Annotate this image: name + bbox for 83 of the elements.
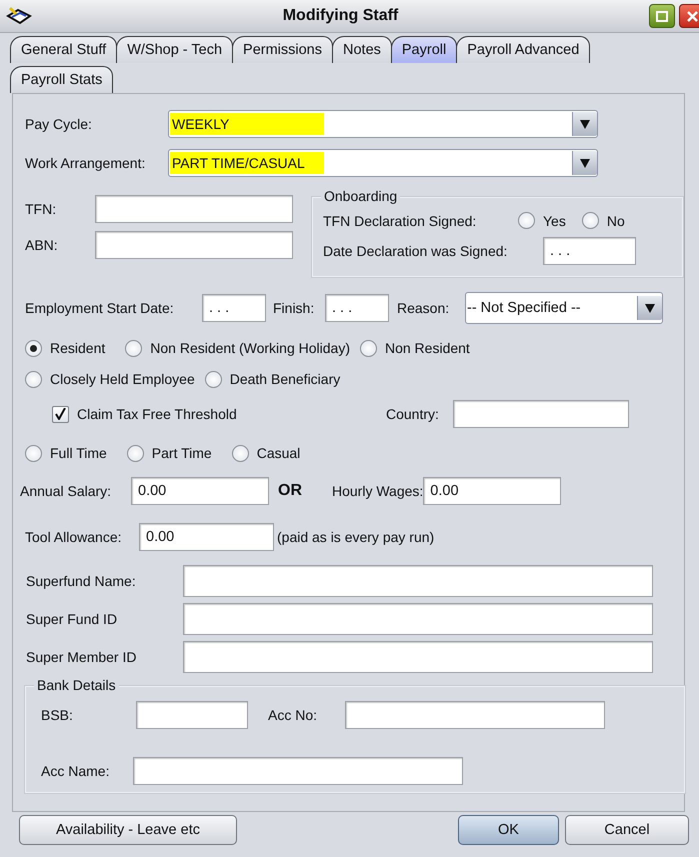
radio-button[interactable] — [125, 340, 142, 356]
field-label: Acc Name: — [41, 763, 110, 779]
radio-button[interactable] — [25, 340, 42, 356]
dropdown[interactable]: WEEKLY — [168, 110, 598, 138]
radio-label: Yes — [543, 212, 566, 228]
text-field[interactable] — [95, 231, 293, 259]
radio-label: No — [606, 212, 625, 228]
text-field[interactable]: . . . — [325, 294, 389, 322]
window-title: Modifying Staff — [282, 7, 400, 25]
field-label: Super Fund ID — [25, 611, 118, 627]
dialog-button[interactable]: Availability - Leave etc — [19, 815, 237, 845]
field-label: TFN: — [25, 201, 58, 217]
close-icon — [686, 10, 698, 22]
checkbox-label: Claim Tax Free Threshold — [77, 406, 237, 422]
radio-button[interactable] — [582, 212, 599, 229]
text-field[interactable] — [136, 701, 248, 729]
text-field[interactable]: 0.00 — [139, 523, 274, 551]
radio-label: Non Resident (Working Holiday) — [150, 340, 350, 356]
group-title: Onboarding — [321, 188, 400, 204]
tab[interactable]: Notes — [332, 36, 392, 63]
radio-label: Resident — [50, 340, 106, 356]
tab[interactable]: Payroll Stats — [10, 66, 114, 93]
text-field[interactable]: 0.00 — [131, 477, 269, 505]
note-text: (paid as is every pay run) — [277, 529, 434, 545]
radio-label: Death Beneficiary — [230, 371, 340, 387]
text-field[interactable]: 0.00 — [423, 477, 562, 505]
field-label: Pay Cycle: — [25, 116, 93, 132]
dialog-button[interactable]: Cancel — [565, 815, 689, 845]
field-label: Annual Salary: — [20, 483, 112, 499]
checkmark-icon — [55, 408, 66, 420]
field-label: BSB: — [41, 707, 74, 723]
tab[interactable]: W/Shop - Tech — [116, 36, 234, 63]
checkbox[interactable] — [52, 406, 69, 422]
field-label: ABN: — [25, 237, 59, 253]
field-label: TFN Declaration Signed: — [323, 212, 478, 228]
dialog-button[interactable]: OK — [458, 815, 559, 845]
field-label: Superfund Name: — [25, 573, 137, 589]
field-label: Super Member ID — [25, 649, 138, 665]
field-label: Reason: — [397, 300, 450, 316]
radio-label: Part Time — [152, 445, 212, 461]
field-label: Country: — [386, 406, 440, 422]
tab[interactable]: Payroll — [390, 36, 458, 63]
text-field[interactable] — [183, 641, 653, 673]
dropdown-arrow-icon[interactable] — [580, 120, 590, 128]
dropdown-arrow-icon[interactable] — [580, 158, 590, 168]
radio-button[interactable] — [204, 370, 222, 388]
maximize-button[interactable] — [649, 4, 675, 28]
dropdown-arrow-icon[interactable] — [645, 304, 655, 312]
radio-label: Casual — [256, 445, 300, 461]
maximize-icon — [656, 10, 668, 22]
radio-button[interactable] — [232, 444, 249, 462]
field-label: Acc No: — [268, 707, 318, 723]
tab[interactable]: General Stuff — [10, 36, 118, 63]
field-label: Hourly Wages: — [332, 483, 424, 499]
text-field[interactable] — [345, 701, 605, 729]
text-field[interactable] — [133, 757, 463, 785]
field-label: Employment Start Date: — [25, 300, 175, 316]
dropdown[interactable]: PART TIME/CASUAL — [168, 149, 598, 177]
dropdown[interactable]: -- Not Specified -- — [465, 292, 663, 324]
text-field[interactable] — [95, 195, 293, 223]
tab[interactable]: Permissions — [232, 36, 333, 63]
tab[interactable]: Payroll Advanced — [456, 36, 590, 63]
radio-label: Non Resident — [384, 340, 470, 356]
radio-label: Closely Held Employee — [50, 371, 195, 387]
radio-button[interactable] — [25, 370, 42, 388]
radio-button[interactable] — [360, 340, 377, 356]
close-button[interactable] — [679, 4, 699, 28]
radio-label: Full Time — [50, 445, 107, 461]
field-label: Tool Allowance: — [25, 529, 123, 545]
field-label: Work Arrangement: — [25, 155, 146, 171]
app-icon — [6, 6, 32, 26]
radio-button[interactable] — [518, 212, 535, 229]
text-field[interactable]: . . . — [202, 294, 266, 322]
radio-button[interactable] — [126, 444, 144, 462]
text-field[interactable]: . . . — [543, 237, 636, 265]
text-field[interactable] — [183, 565, 653, 597]
field-label: Finish: — [273, 300, 316, 316]
or-label: OR — [278, 482, 303, 500]
radio-button[interactable] — [25, 444, 42, 462]
field-label: Date Declaration was Signed: — [323, 243, 508, 259]
text-field[interactable] — [183, 603, 653, 635]
group-title: Bank Details — [34, 677, 119, 693]
text-field[interactable] — [453, 400, 629, 428]
